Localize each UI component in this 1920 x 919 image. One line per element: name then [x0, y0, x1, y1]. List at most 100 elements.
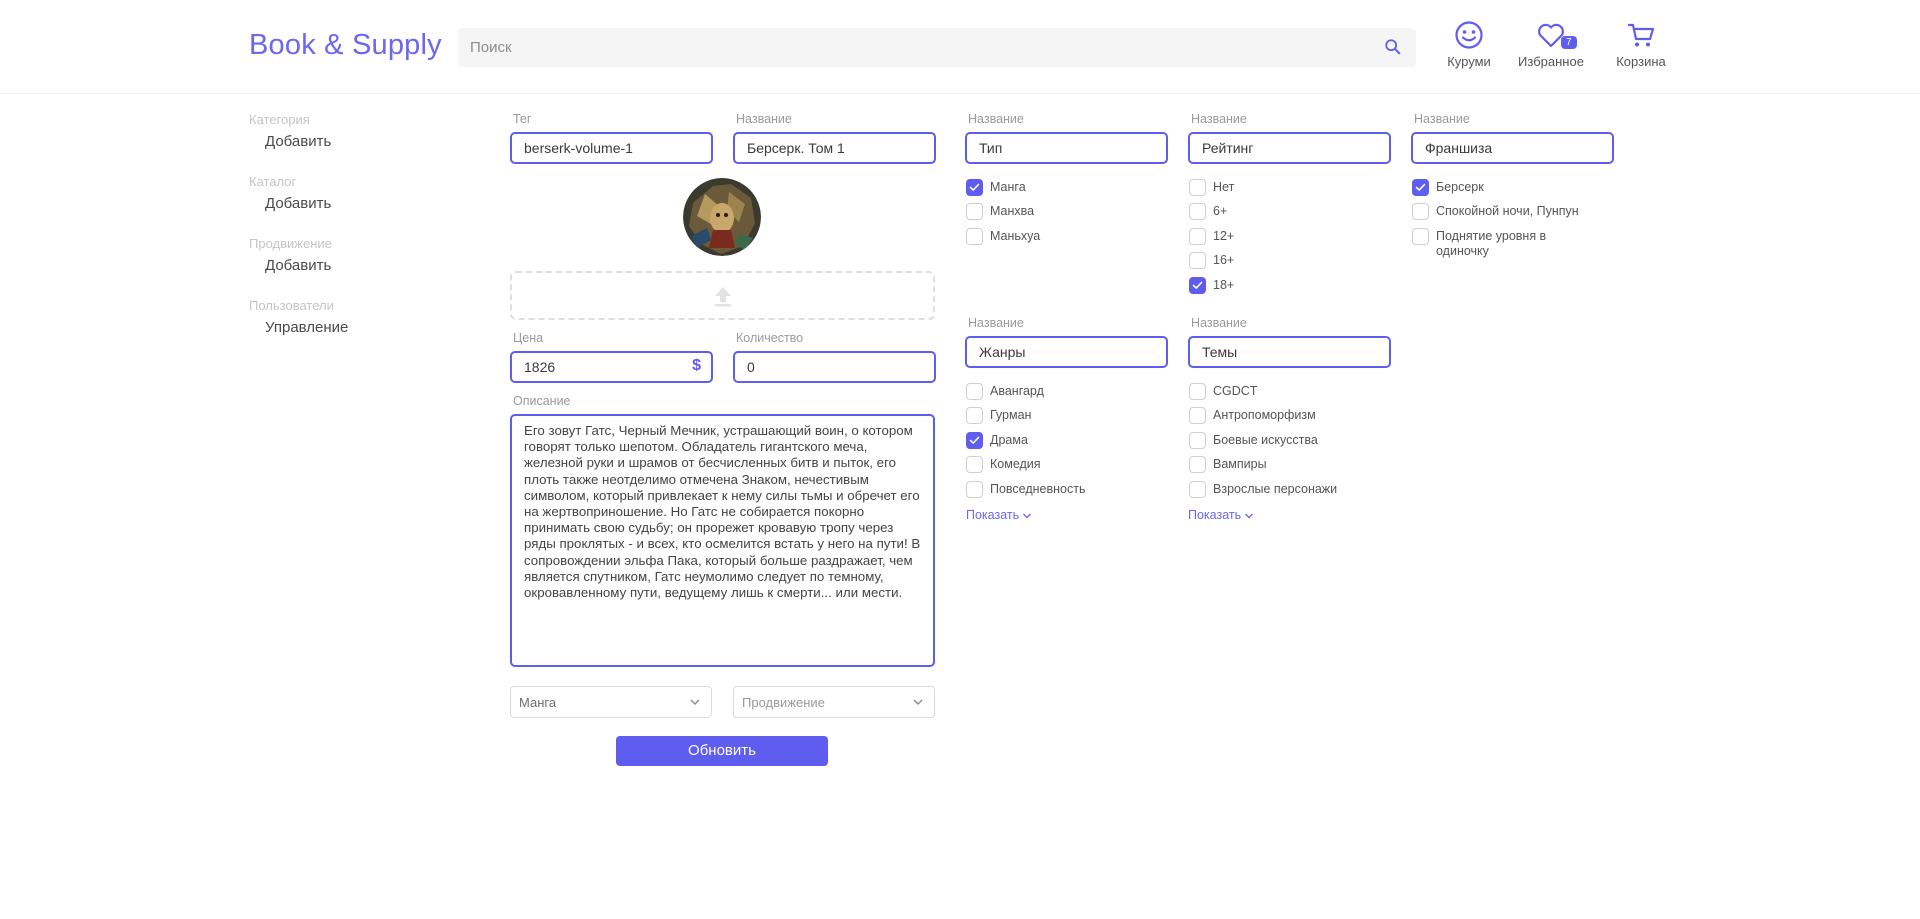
- header: Book & Supply Куруми 7 Избранное Корзина: [0, 0, 1920, 94]
- checkbox-option[interactable]: Поднятие уровня в одиночку: [1412, 227, 1582, 269]
- cart-button[interactable]: Корзина: [1612, 20, 1670, 69]
- checkbox-unchecked[interactable]: [966, 203, 983, 221]
- checkbox-label: Драма: [990, 432, 1028, 447]
- search-bar: [458, 28, 1416, 67]
- checkbox-unchecked[interactable]: [966, 383, 983, 400]
- category-select[interactable]: Манга: [510, 686, 712, 718]
- checkbox-unchecked[interactable]: [1412, 203, 1429, 221]
- search-icon[interactable]: [1384, 38, 1402, 56]
- tag-input[interactable]: [512, 134, 711, 162]
- checkbox-checked[interactable]: [1412, 179, 1429, 196]
- checkbox-option[interactable]: Манга: [966, 179, 1166, 204]
- checkbox-unchecked[interactable]: [1189, 480, 1206, 498]
- checkbox-label: Повседневность: [990, 481, 1086, 496]
- franchise-input[interactable]: [1413, 134, 1612, 162]
- sidebar-link-add-category[interactable]: Добавить: [265, 133, 331, 150]
- checkbox-option[interactable]: Комедия: [966, 456, 1166, 481]
- checkbox-unchecked[interactable]: [1189, 383, 1206, 400]
- themes-field: [1188, 336, 1391, 368]
- checkbox-option[interactable]: 6+: [1189, 203, 1389, 228]
- price-input[interactable]: [512, 353, 711, 381]
- checkbox-unchecked[interactable]: [1189, 203, 1206, 221]
- checkbox-option[interactable]: Гурман: [966, 407, 1166, 432]
- checkbox-unchecked[interactable]: [966, 227, 983, 245]
- checkbox-unchecked[interactable]: [1189, 227, 1206, 245]
- checkbox-option[interactable]: Манхва: [966, 203, 1166, 228]
- checkbox-option[interactable]: 18+: [1189, 276, 1389, 302]
- profile-button[interactable]: Куруми: [1440, 20, 1498, 69]
- checkbox-label: Вампиры: [1213, 457, 1267, 472]
- upload-icon: [715, 287, 731, 307]
- sidebar-category-title: Продвижение: [249, 236, 332, 251]
- checkbox-label: Манга: [990, 180, 1026, 194]
- checkbox-label: 12+: [1213, 228, 1235, 243]
- checkbox-option[interactable]: Боевые искусства: [1189, 431, 1389, 457]
- checkbox-unchecked[interactable]: [1189, 252, 1206, 270]
- themes-input[interactable]: [1190, 338, 1389, 366]
- checkbox-unchecked[interactable]: [1189, 431, 1206, 449]
- description-textarea[interactable]: Его зовут Гатс, Черный Мечник, устрашающ…: [510, 414, 935, 667]
- type-filter-label: Название: [968, 112, 1024, 126]
- franchise-filter-label: Название: [1414, 112, 1470, 126]
- sidebar-link-add-catalog[interactable]: Добавить: [265, 195, 331, 212]
- checkbox-label: 6+: [1213, 204, 1228, 219]
- sidebar-link-add-promotion[interactable]: Добавить: [265, 257, 332, 274]
- checkbox-label: CGDCT: [1213, 384, 1258, 398]
- checkmark-icon: [969, 436, 980, 444]
- cart-icon: [1627, 23, 1655, 47]
- checkbox-checked[interactable]: [1189, 276, 1206, 294]
- sidebar-section-category: Категория Добавить: [249, 112, 331, 150]
- promotion-select-value: Продвижение: [742, 695, 825, 710]
- checkbox-label: Спокойной ночи, Пунпун: [1436, 204, 1579, 219]
- checkbox-option[interactable]: 16+: [1189, 252, 1389, 277]
- favorites-button[interactable]: 7 Избранное: [1515, 20, 1587, 69]
- product-cover-image: [683, 178, 761, 256]
- type-field: [965, 132, 1168, 164]
- checkbox-label: Берсерк: [1436, 180, 1484, 194]
- promotion-select[interactable]: Продвижение: [733, 686, 935, 718]
- quantity-input[interactable]: [735, 353, 934, 381]
- franchise-checkbox-list: Берсерк Спокойной ночи, Пунпун Поднятие ур…: [1412, 179, 1582, 269]
- checkbox-option[interactable]: Повседневность: [966, 480, 1166, 506]
- checkbox-option[interactable]: Антропоморфизм: [1189, 407, 1389, 432]
- checkbox-option[interactable]: Нет: [1189, 179, 1389, 204]
- checkmark-icon: [1415, 183, 1426, 192]
- checkbox-option[interactable]: Берсерк: [1412, 179, 1582, 204]
- sidebar-link-manage-users[interactable]: Управление: [265, 319, 348, 336]
- checkbox-label: 18+: [1213, 277, 1235, 292]
- chevron-down-icon: [913, 699, 923, 705]
- checkbox-unchecked[interactable]: [1189, 179, 1206, 196]
- search-input[interactable]: [458, 28, 1378, 67]
- checkbox-unchecked[interactable]: [966, 480, 983, 498]
- checkbox-option[interactable]: Взрослые персонажи: [1189, 480, 1389, 506]
- checkbox-option[interactable]: Маньхуа: [966, 227, 1166, 253]
- checkbox-option[interactable]: Вампиры: [1189, 456, 1389, 481]
- checkbox-checked[interactable]: [966, 431, 983, 449]
- checkmark-icon: [1192, 281, 1203, 289]
- type-input[interactable]: [967, 134, 1166, 162]
- checkbox-option[interactable]: 12+: [1189, 227, 1389, 253]
- update-button[interactable]: Обновить: [616, 736, 828, 766]
- checkbox-option[interactable]: Авангард: [966, 383, 1166, 408]
- genres-show-more-link[interactable]: Показать: [966, 508, 1032, 522]
- checkbox-checked[interactable]: [966, 179, 983, 196]
- checkbox-option[interactable]: Драма: [966, 431, 1166, 457]
- checkbox-unchecked[interactable]: [966, 456, 983, 474]
- logo[interactable]: Book & Supply: [249, 29, 442, 62]
- checkbox-option[interactable]: CGDCT: [1189, 383, 1389, 408]
- favorites-label: Избранное: [1518, 54, 1584, 69]
- genres-filter-label: Название: [968, 316, 1024, 330]
- checkbox-label: Авангард: [990, 384, 1044, 398]
- rating-input[interactable]: [1190, 134, 1389, 162]
- checkbox-unchecked[interactable]: [966, 407, 983, 425]
- themes-show-more-label: Показать: [1188, 508, 1242, 522]
- themes-show-more-link[interactable]: Показать: [1188, 508, 1254, 522]
- checkbox-unchecked[interactable]: [1189, 456, 1206, 474]
- genres-checkbox-list: Авангард Гурман Драма Комедия Повседневность: [966, 383, 1166, 506]
- image-upload-dropzone[interactable]: [510, 271, 935, 320]
- checkbox-unchecked[interactable]: [1412, 227, 1429, 245]
- genres-input[interactable]: [967, 338, 1166, 366]
- checkbox-option[interactable]: Спокойной ночи, Пунпун: [1412, 203, 1582, 228]
- name-input[interactable]: [735, 134, 934, 162]
- checkbox-unchecked[interactable]: [1189, 407, 1206, 425]
